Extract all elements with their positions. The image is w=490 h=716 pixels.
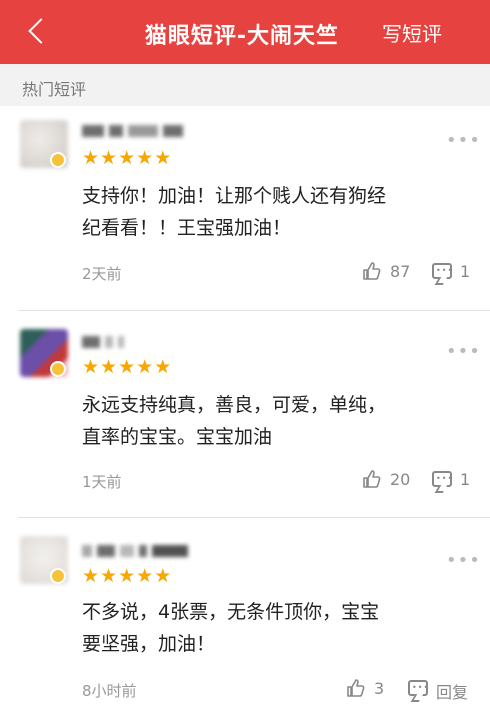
star-icon: ★ [82,565,100,587]
section-header: 热门短评 [0,64,490,106]
comment-text: 永远支持纯真，善良，可爱，单纯， 直率的宝宝。宝宝加油 [82,389,462,453]
reply-count: 1 [460,262,471,281]
vip-badge-icon [50,361,66,377]
star-icon: ★ [100,565,118,587]
reply-count: 1 [460,470,471,489]
comment-item: ••• ★★★★★ 不多说，4张票，无条件顶你，宝宝 要坚强，加油！ 8小时前 … [0,518,490,716]
rating-stars: ★★★★★ [82,148,172,168]
comment-text-line: 纪看看！！王宝强加油！ [82,217,292,239]
comment-text: 支持你！加油！让那个贱人还有狗经 纪看看！！王宝强加油！ [82,180,462,244]
comment-time: 2天前 [82,265,122,283]
star-icon: ★ [136,147,154,169]
star-icon: ★ [154,565,172,587]
star-icon: ★ [154,147,172,169]
star-icon: ★ [100,147,118,169]
user-name[interactable] [82,122,188,137]
page-title: 猫眼短评-大闹天竺 [144,24,340,49]
like-button[interactable]: 87 [362,261,422,283]
like-button[interactable]: 3 [346,678,402,700]
comment-text-line: 永远支持纯真，善良，可爱，单纯， [82,394,387,416]
comment-text-line: 支持你！加油！让那个贱人还有狗经 [82,185,387,207]
chevron-left-icon [28,18,54,44]
comment-time: 1天前 [82,473,122,491]
reply-button[interactable]: ••• 1 [432,469,480,491]
app-header: 猫眼短评-大闹天竺 写短评 [0,0,490,64]
like-count: 87 [390,262,411,281]
star-icon: ★ [100,356,118,378]
reply-button[interactable]: ••• 回复 [408,678,480,702]
star-icon: ★ [82,356,100,378]
vip-badge-icon [50,568,66,584]
vip-badge-icon [50,152,66,168]
star-icon: ★ [154,356,172,378]
comment-text-line: 不多说，4张票，无条件顶你，宝宝 [82,601,380,623]
like-count: 20 [390,470,411,489]
more-dots-icon[interactable]: ••• [446,341,481,362]
star-icon: ★ [118,565,136,587]
comment-bubble-dots: ••• [436,266,454,275]
star-icon: ★ [82,147,100,169]
user-name[interactable] [82,333,129,348]
section-label: 热门短评 [22,80,87,99]
star-icon: ★ [136,565,154,587]
like-count: 3 [374,679,385,698]
thumb-up-icon [363,470,381,488]
back-button[interactable] [22,12,54,52]
comment-item: ••• ★★★★★ 永远支持纯真，善良，可爱，单纯， 直率的宝宝。宝宝加油 1天… [0,311,490,517]
user-name[interactable] [82,542,193,557]
write-review-button[interactable]: 写短评 [382,18,442,47]
star-icon: ★ [136,356,154,378]
more-dots-icon[interactable]: ••• [446,550,481,571]
reply-label: 回复 [436,683,469,702]
thumb-up-icon [347,679,365,697]
comment-bubble-dots: ••• [412,683,430,692]
comment-time: 8小时前 [82,682,137,700]
star-icon: ★ [118,147,136,169]
thumb-up-icon [363,262,381,280]
reply-button[interactable]: ••• 1 [432,261,480,283]
more-dots-icon[interactable]: ••• [446,130,481,151]
rating-stars: ★★★★★ [82,357,172,377]
comment-bubble-dots: ••• [436,474,454,483]
star-icon: ★ [118,356,136,378]
rating-stars: ★★★★★ [82,566,172,586]
comment-item: ••• ★★★★★ 支持你！加油！让那个贱人还有狗经 纪看看！！王宝强加油！ 2… [0,106,490,310]
comment-text-line: 直率的宝宝。宝宝加油 [82,426,273,448]
comment-text-line: 要坚强，加油！ [82,633,216,655]
like-button[interactable]: 20 [362,469,422,491]
comment-text: 不多说，4张票，无条件顶你，宝宝 要坚强，加油！ [82,596,462,660]
